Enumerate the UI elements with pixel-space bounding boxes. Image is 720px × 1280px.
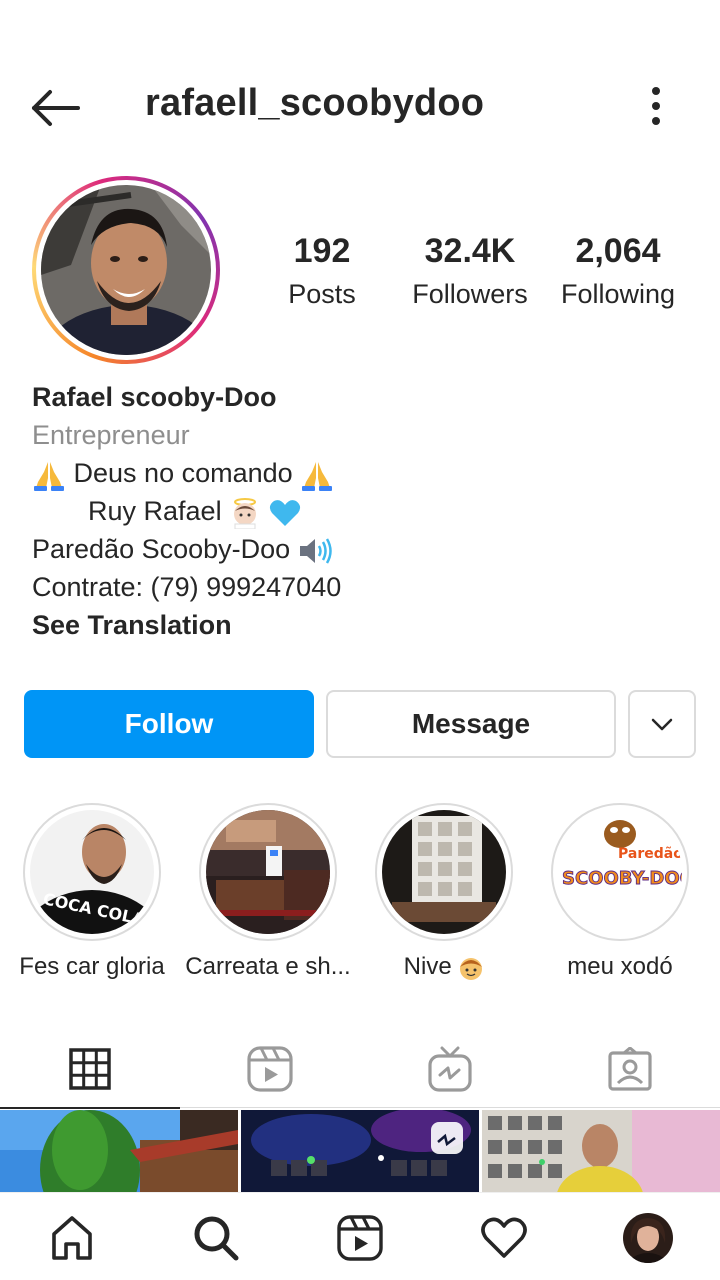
highlight-paredao-text: Paredão [618,846,682,862]
speaker-icon [299,538,332,564]
bio-line-2-text: Ruy Rafael [88,496,222,526]
more-vertical-icon [652,87,660,125]
highlight-label: Nive [356,953,532,981]
active-tab-indicator [0,1107,180,1109]
followers-stat[interactable]: 32.4K Followers [406,232,534,310]
profile-avatar [41,185,211,355]
more-options-button[interactable] [636,84,676,128]
blue-heart-icon [269,499,300,526]
search-icon [194,1216,239,1261]
following-stat[interactable]: 2,064 Following [554,232,682,310]
igtv-icon [428,1046,472,1092]
post-thumbnail[interactable] [0,1110,238,1192]
heart-icon [481,1217,527,1258]
post-thumbnail[interactable] [482,1110,720,1192]
bio-line-2: Ruy Rafael [32,492,692,530]
story-highlight-4[interactable]: Paredão SCOOBY-DOO! meu xodó [532,803,708,981]
profile-avatar [623,1213,673,1263]
nav-home[interactable] [47,1213,97,1263]
baby-angel-icon [234,497,257,529]
highlight-cover-image: COCA COLA [30,810,154,934]
bottom-navigation-bar [0,1192,720,1280]
highlight-cover-image: Paredão SCOOBY-DOO! [558,810,682,934]
profile-username: rafaell_scoobydoo [145,82,485,124]
story-highlight-2[interactable]: Carreata e sh... [180,803,356,981]
highlight-label: meu xodó [567,953,673,980]
home-icon [52,1216,92,1260]
posts-stat[interactable]: 192 Posts [270,232,374,310]
tagged-icon [608,1047,652,1091]
profile-bio: Rafael scooby-Doo Entrepreneur Deus no c… [32,378,692,644]
profile-category: Entrepreneur [32,420,190,450]
story-highlight-1[interactable]: COCA COLA Fes car gloria [4,803,180,981]
bio-line-1-text: Deus no comando [73,458,293,488]
post-thumbnail[interactable] [241,1110,479,1192]
story-highlight-3[interactable]: Nive [356,803,532,981]
praying-hands-icon [34,461,64,491]
following-count: 2,064 [575,232,661,270]
highlight-label: Carreata e sh... [185,953,351,980]
reels-icon [337,1215,383,1261]
tab-tagged[interactable] [540,1030,720,1108]
back-button[interactable] [30,88,82,128]
nav-reels[interactable] [335,1213,385,1263]
profile-avatar-story-ring[interactable] [32,176,220,364]
highlight-cover-image [382,810,506,934]
profile-stats: 192 Posts 32.4K Followers 2,064 Followin… [270,232,700,322]
posts-grid [0,1110,720,1192]
tab-reels[interactable] [180,1030,360,1108]
highlight-label: Fes car gloria [19,953,165,980]
nav-search[interactable] [191,1213,241,1263]
followers-count: 32.4K [424,232,516,270]
highlight-scooby-text: SCOOBY-DOO! [562,868,682,889]
profile-content-tabs [0,1030,720,1109]
highlight-cover-image [206,810,330,934]
boy-emoji-icon [460,957,483,980]
bio-line-4: Contrate: (79) 999247040 [32,572,342,602]
nav-activity[interactable] [479,1213,529,1263]
reels-icon [247,1046,293,1092]
posts-count: 192 [293,232,351,270]
suggested-accounts-dropdown-button[interactable] [628,690,696,758]
profile-header: rafaell_scoobydoo [0,60,720,152]
profile-full-name: Rafael scooby-Doo [32,382,277,412]
tab-igtv[interactable] [360,1030,540,1108]
message-button[interactable]: Message [326,690,616,758]
bio-line-3: Paredão Scooby-Doo [32,530,692,568]
following-label: Following [560,279,676,309]
tab-posts-grid[interactable] [0,1030,180,1109]
arrow-left-icon [32,90,80,126]
praying-hands-icon [302,461,333,491]
followers-label: Followers [412,279,528,309]
nav-profile[interactable] [623,1213,673,1263]
grid-icon [69,1048,111,1090]
see-translation-link[interactable]: See Translation [32,606,692,644]
bio-line-1: Deus no comando [32,454,692,492]
chevron-down-icon [651,718,673,731]
follow-button[interactable]: Follow [24,690,314,758]
posts-label: Posts [288,279,356,309]
bio-line-3-text: Paredão Scooby-Doo [32,534,291,564]
